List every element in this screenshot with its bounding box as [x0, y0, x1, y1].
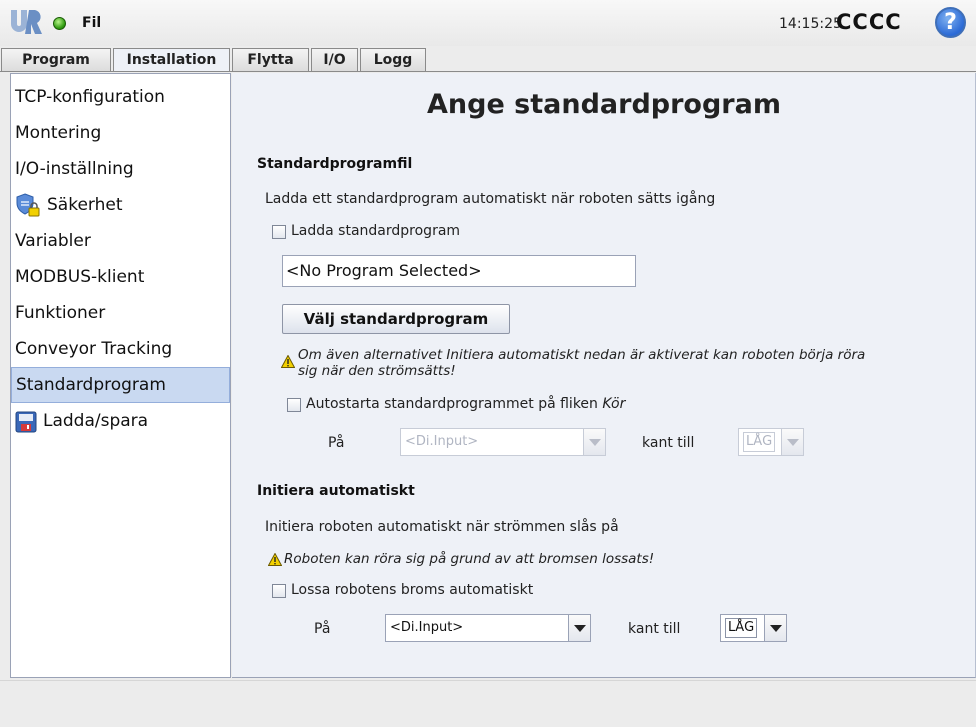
sidebar-item-label: Ladda/spara	[43, 411, 149, 431]
file-menu[interactable]: Fil	[82, 15, 101, 31]
choose-default-program-button[interactable]: Välj standardprogram	[282, 304, 510, 334]
auto-init-input-select[interactable]: <Di.Input>	[385, 614, 591, 642]
warning-icon	[280, 354, 296, 368]
chevron-down-icon	[568, 615, 590, 641]
default-program-file-field: <No Program Selected>	[282, 255, 636, 287]
sidebar-item-variabler[interactable]: Variabler	[11, 223, 230, 259]
sidebar-item-io[interactable]: I/O-inställning	[11, 151, 230, 187]
ur-logo-icon	[9, 8, 43, 40]
sidebar-item-ladda-spara[interactable]: Ladda/spara	[11, 403, 230, 439]
tab-flytta[interactable]: Flytta	[232, 48, 309, 71]
release-brake-checkbox[interactable]	[272, 584, 286, 598]
autostart-warning-line1: Om även alternativet Initiera automatisk…	[298, 347, 866, 363]
section-heading-default-file: Standardprogramfil	[257, 156, 413, 172]
tab-bar: Program Installation Flytta I/O Logg	[0, 48, 976, 72]
main-panel: Ange standardprogram Standardprogramfil …	[232, 73, 976, 678]
floppy-disk-icon	[15, 410, 37, 433]
release-brake-label: Lossa robotens broms automatiskt	[291, 582, 534, 598]
sidebar-item-label: MODBUS-klient	[15, 267, 145, 287]
tab-io[interactable]: I/O	[311, 48, 358, 71]
default-file-description: Ladda ett standardprogram automatiskt nä…	[265, 191, 716, 207]
sidebar-item-label: Funktioner	[15, 303, 106, 323]
section-heading-auto-init: Initiera automatiskt	[257, 483, 415, 499]
auto-init-description: Initiera roboten automatiskt när strömme…	[265, 519, 619, 535]
sidebar-item-label: Conveyor Tracking	[15, 339, 173, 359]
auto-init-on-label: På	[314, 621, 331, 637]
sidebar-item-montering[interactable]: Montering	[11, 115, 230, 151]
chevron-down-icon	[781, 429, 803, 455]
clock: 14:15:25	[779, 16, 842, 32]
top-bar: Fil 14:15:25 CCCC ?	[0, 0, 976, 46]
sidebar-item-standardprogram[interactable]: Standardprogram	[11, 367, 230, 403]
chevron-down-icon	[764, 615, 786, 641]
autostart-edge-label: kant till	[642, 435, 695, 451]
footer-bar	[0, 680, 976, 727]
sidebar-item-conveyor[interactable]: Conveyor Tracking	[11, 331, 230, 367]
autostart-checkbox[interactable]	[287, 398, 301, 412]
tab-logg[interactable]: Logg	[360, 48, 426, 71]
brake-warning: Roboten kan röra sig på grund av att bro…	[284, 551, 655, 567]
autostart-level-select[interactable]: LÅG	[738, 428, 804, 456]
auto-init-edge-label: kant till	[628, 621, 681, 637]
robot-name: CCCC	[836, 10, 902, 34]
sidebar-item-label: Variabler	[15, 231, 91, 251]
autostart-label: Autostarta standardprogrammet på fliken …	[306, 396, 626, 412]
shield-lock-icon	[15, 192, 41, 218]
load-default-program-checkbox[interactable]	[272, 225, 286, 239]
installation-sidebar: TCP-konfiguration Montering I/O-inställn…	[10, 73, 231, 678]
sidebar-item-sakerhet[interactable]: Säkerhet	[11, 187, 230, 223]
tab-program[interactable]: Program	[1, 48, 111, 71]
sidebar-item-funktioner[interactable]: Funktioner	[11, 295, 230, 331]
sidebar-item-label: I/O-inställning	[15, 159, 134, 179]
sidebar-item-modbus[interactable]: MODBUS-klient	[11, 259, 230, 295]
sidebar-item-tcp[interactable]: TCP-konfiguration	[11, 79, 230, 115]
autostart-input-select[interactable]: <Di.Input>	[400, 428, 606, 456]
autostart-on-label: På	[328, 435, 345, 451]
page-title: Ange standardprogram	[427, 89, 781, 120]
sidebar-item-label: Montering	[15, 123, 102, 143]
load-default-program-label: Ladda standardprogram	[291, 223, 461, 239]
warning-icon	[267, 552, 283, 566]
status-indicator-icon	[53, 17, 66, 30]
tab-installation[interactable]: Installation	[113, 48, 230, 72]
autostart-warning-line2: sig när den strömsätts!	[298, 363, 456, 379]
chevron-down-icon	[583, 429, 605, 455]
help-icon[interactable]: ?	[935, 7, 966, 38]
sidebar-item-label: Standardprogram	[16, 375, 166, 395]
sidebar-item-label: Säkerhet	[47, 195, 123, 215]
tab-divider	[0, 71, 976, 72]
auto-init-level-select[interactable]: LÅG	[720, 614, 787, 642]
sidebar-item-label: TCP-konfiguration	[15, 87, 165, 107]
